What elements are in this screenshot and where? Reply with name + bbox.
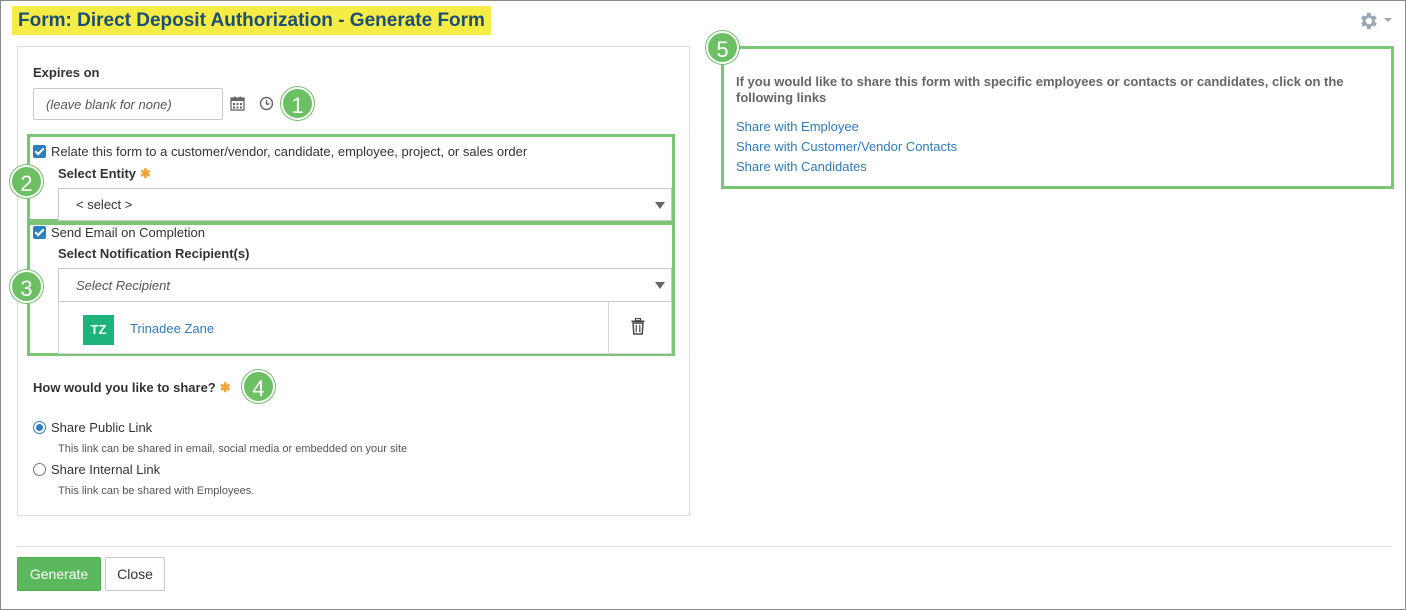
calendar-icon[interactable] bbox=[230, 96, 245, 114]
window-frame: Form: Direct Deposit Authorization - Gen… bbox=[0, 0, 1406, 610]
share-instructions: If you would like to share this form wit… bbox=[736, 74, 1344, 105]
chevron-down-icon bbox=[1384, 18, 1392, 22]
expires-label: Expires on bbox=[33, 65, 100, 80]
share-public-radio[interactable] bbox=[33, 421, 46, 434]
relate-checkbox-label: Relate this form to a customer/vendor, c… bbox=[51, 144, 528, 159]
share-internal-hint: This link can be shared with Employees. bbox=[58, 485, 255, 497]
share-internal-option[interactable]: Share Internal Link bbox=[33, 462, 160, 477]
share-internal-radio[interactable] bbox=[33, 463, 46, 476]
share-with-employee-link[interactable]: Share with Employee bbox=[736, 119, 859, 134]
share-public-option[interactable]: Share Public Link bbox=[33, 420, 152, 435]
select-recipients-label: Select Notification Recipient(s) bbox=[58, 246, 250, 261]
callout-badge-1: 1 bbox=[281, 87, 314, 120]
notify-checkbox-row[interactable]: Send Email on Completion bbox=[33, 225, 205, 240]
recipient-name-link[interactable]: Trinadee Zane bbox=[130, 321, 214, 336]
share-with-panel: If you would like to share this form wit… bbox=[721, 46, 1394, 189]
settings-menu[interactable] bbox=[1357, 10, 1393, 30]
gear-icon bbox=[1361, 12, 1377, 30]
select-recipient-placeholder: Select Recipient bbox=[76, 277, 170, 293]
relate-checkbox[interactable] bbox=[33, 145, 46, 158]
recipient-row: TZ Trinadee Zane bbox=[58, 302, 672, 354]
callout-badge-4: 4 bbox=[242, 370, 275, 403]
send-email-checkbox[interactable] bbox=[33, 226, 46, 239]
callout-badge-5: 5 bbox=[706, 31, 739, 64]
send-email-checkbox-label: Send Email on Completion bbox=[51, 225, 205, 240]
select-entity-label-text: Select Entity bbox=[58, 166, 137, 181]
share-with-candidates-link[interactable]: Share with Candidates bbox=[736, 159, 867, 174]
share-public-hint: This link can be shared in email, social… bbox=[58, 443, 408, 455]
share-question-text: How would you like to share? bbox=[33, 380, 216, 395]
dropdown-caret-icon bbox=[655, 282, 665, 289]
required-asterisk-icon: ✱ bbox=[219, 380, 231, 395]
close-button[interactable]: Close bbox=[105, 557, 165, 591]
callout-badge-2: 2 bbox=[10, 165, 43, 198]
footer-divider bbox=[17, 546, 1392, 547]
required-asterisk-icon: ✱ bbox=[140, 166, 151, 181]
clock-icon[interactable] bbox=[259, 96, 274, 114]
select-entity-dropdown[interactable]: < select > bbox=[58, 188, 672, 221]
relate-checkbox-row[interactable]: Relate this form to a customer/vendor, c… bbox=[33, 144, 527, 159]
share-with-contacts-link[interactable]: Share with Customer/Vendor Contacts bbox=[736, 139, 957, 154]
share-question-label: How would you like to share? ✱ bbox=[33, 380, 231, 396]
page-title: Form: Direct Deposit Authorization - Gen… bbox=[12, 6, 491, 35]
dropdown-caret-icon bbox=[655, 201, 665, 209]
share-public-label: Share Public Link bbox=[51, 420, 153, 435]
select-recipient-dropdown[interactable]: Select Recipient bbox=[58, 268, 672, 302]
divider bbox=[608, 302, 609, 353]
select-entity-value: < select > bbox=[76, 197, 133, 212]
select-entity-label: Select Entity ✱ bbox=[58, 166, 151, 182]
callout-badge-3: 3 bbox=[10, 270, 43, 303]
share-internal-label: Share Internal Link bbox=[51, 462, 161, 477]
trash-icon[interactable] bbox=[631, 317, 645, 338]
avatar: TZ bbox=[83, 315, 114, 345]
generate-button[interactable]: Generate bbox=[17, 557, 101, 591]
expires-date-input[interactable] bbox=[33, 88, 223, 120]
